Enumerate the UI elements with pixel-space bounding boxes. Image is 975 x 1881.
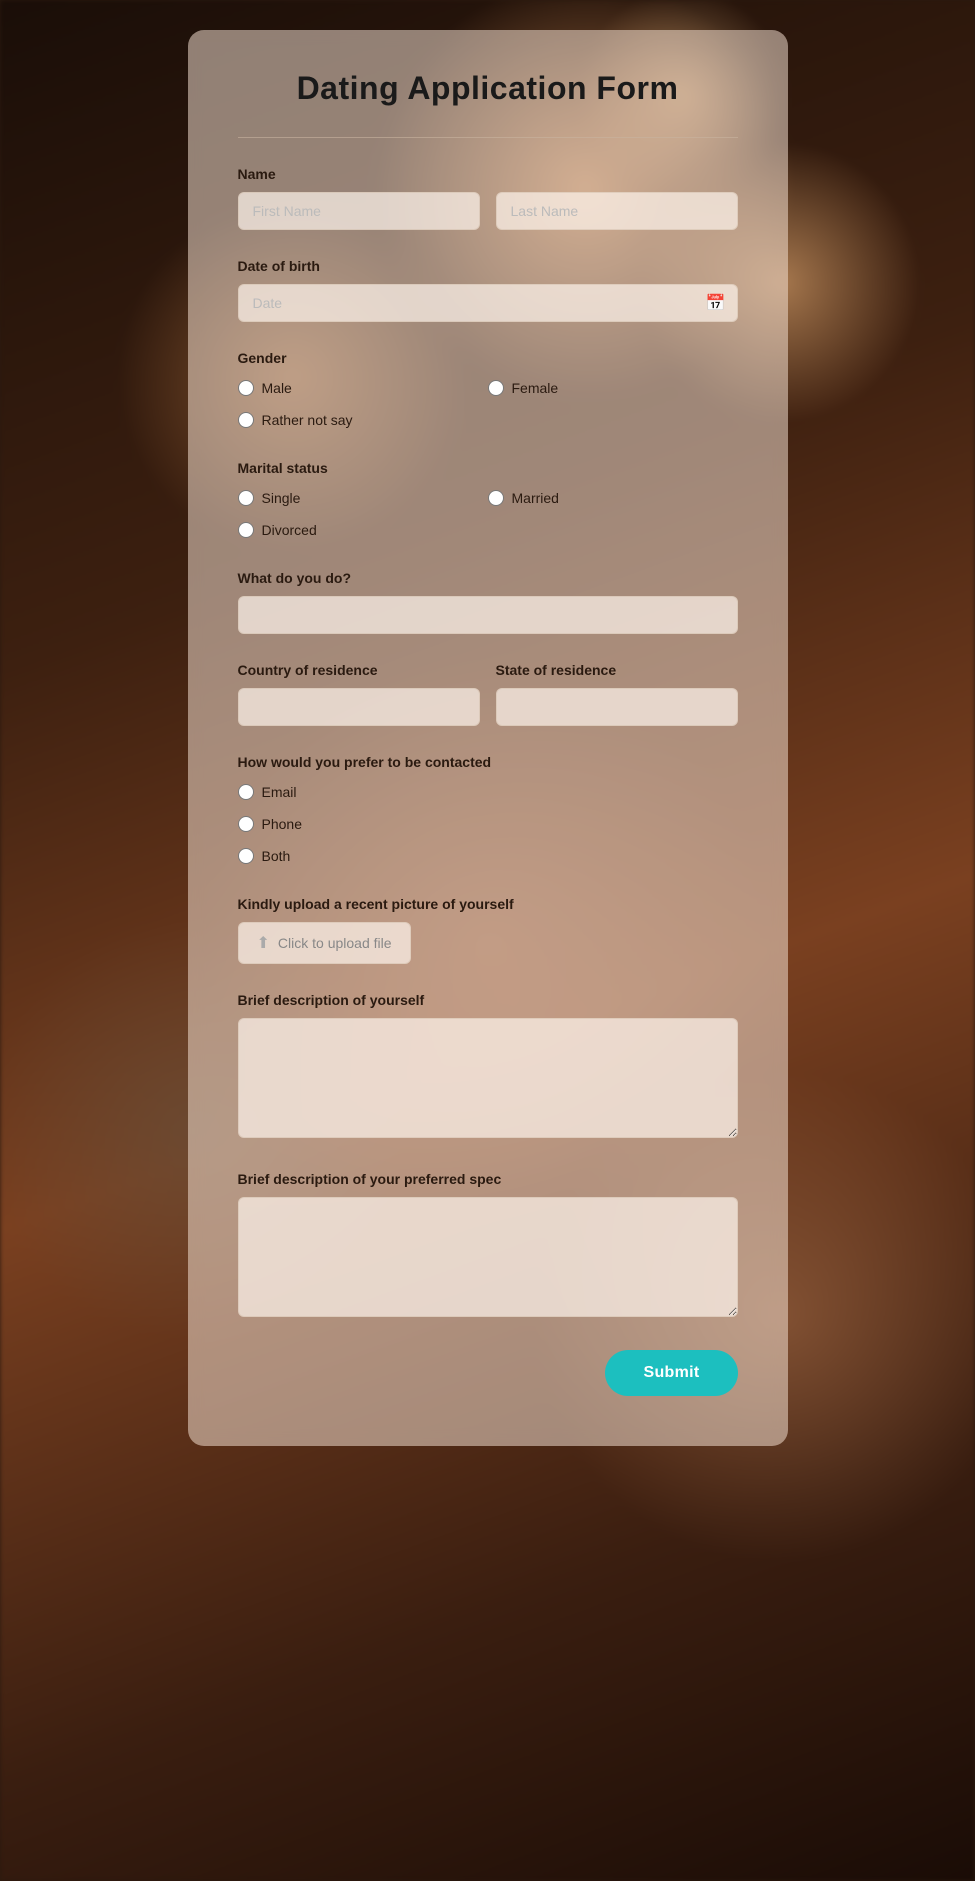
occupation-label: What do you do? bbox=[238, 570, 738, 586]
form-title: Dating Application Form bbox=[238, 70, 738, 107]
contact-both-label: Both bbox=[262, 848, 291, 864]
last-name-input[interactable] bbox=[496, 192, 738, 230]
contact-radio-group: Email Phone Both bbox=[238, 780, 738, 868]
marital-divorced-radio[interactable] bbox=[238, 522, 254, 538]
preferred-spec-field-group: Brief description of your preferred spec bbox=[238, 1171, 738, 1322]
contact-field-group: How would you prefer to be contacted Ema… bbox=[238, 754, 738, 868]
contact-row-2: Phone bbox=[238, 812, 738, 836]
preferred-spec-label: Brief description of your preferred spec bbox=[238, 1171, 738, 1187]
contact-phone-label: Phone bbox=[262, 816, 302, 832]
photo-label: Kindly upload a recent picture of yourse… bbox=[238, 896, 738, 912]
marital-single-radio[interactable] bbox=[238, 490, 254, 506]
name-field-group: Name bbox=[238, 166, 738, 230]
gender-rather-radio[interactable] bbox=[238, 412, 254, 428]
gender-female-label: Female bbox=[512, 380, 559, 396]
gender-row-2: Rather not say bbox=[238, 408, 738, 432]
contact-row-3: Both bbox=[238, 844, 738, 868]
marital-married-label: Married bbox=[512, 490, 559, 506]
marital-single-option[interactable]: Single bbox=[238, 486, 488, 510]
gender-row-1: Male Female bbox=[238, 376, 738, 400]
contact-both-option[interactable]: Both bbox=[238, 844, 738, 868]
marital-label: Marital status bbox=[238, 460, 738, 476]
date-wrapper: 📅 bbox=[238, 284, 738, 322]
photo-field-group: Kindly upload a recent picture of yourse… bbox=[238, 896, 738, 964]
contact-email-option[interactable]: Email bbox=[238, 780, 738, 804]
contact-phone-radio[interactable] bbox=[238, 816, 254, 832]
marital-divorced-label: Divorced bbox=[262, 522, 317, 538]
preferred-spec-textarea[interactable] bbox=[238, 1197, 738, 1317]
country-col: Country of residence bbox=[238, 662, 480, 726]
contact-email-radio[interactable] bbox=[238, 784, 254, 800]
dob-label: Date of birth bbox=[238, 258, 738, 274]
self-description-field-group: Brief description of yourself bbox=[238, 992, 738, 1143]
title-divider bbox=[238, 137, 738, 138]
self-description-textarea[interactable] bbox=[238, 1018, 738, 1138]
location-row: Country of residence State of residence bbox=[238, 662, 738, 726]
dob-field-group: Date of birth 📅 bbox=[238, 258, 738, 322]
contact-row-1: Email bbox=[238, 780, 738, 804]
gender-female-option[interactable]: Female bbox=[488, 376, 738, 400]
upload-button[interactable]: ⬆ Click to upload file bbox=[238, 922, 411, 964]
gender-field-group: Gender Male Female Rather not say bbox=[238, 350, 738, 432]
marital-field-group: Marital status Single Married Divorced bbox=[238, 460, 738, 542]
gender-label: Gender bbox=[238, 350, 738, 366]
gender-male-radio[interactable] bbox=[238, 380, 254, 396]
marital-radio-group: Single Married Divorced bbox=[238, 486, 738, 542]
state-col: State of residence bbox=[496, 662, 738, 726]
state-label: State of residence bbox=[496, 662, 738, 678]
submit-button[interactable]: Submit bbox=[605, 1350, 737, 1396]
gender-rather-label: Rather not say bbox=[262, 412, 353, 428]
marital-married-radio[interactable] bbox=[488, 490, 504, 506]
submit-row: Submit bbox=[238, 1350, 738, 1396]
marital-row-1: Single Married bbox=[238, 486, 738, 510]
gender-female-radio[interactable] bbox=[488, 380, 504, 396]
gender-male-option[interactable]: Male bbox=[238, 376, 488, 400]
name-row bbox=[238, 192, 738, 230]
contact-label: How would you prefer to be contacted bbox=[238, 754, 738, 770]
form-container: Dating Application Form Name Date of bir… bbox=[188, 30, 788, 1446]
name-label: Name bbox=[238, 166, 738, 182]
dob-input[interactable] bbox=[238, 284, 738, 322]
country-label: Country of residence bbox=[238, 662, 480, 678]
gender-male-label: Male bbox=[262, 380, 292, 396]
marital-divorced-option[interactable]: Divorced bbox=[238, 518, 738, 542]
state-input[interactable] bbox=[496, 688, 738, 726]
contact-both-radio[interactable] bbox=[238, 848, 254, 864]
upload-icon: ⬆ bbox=[257, 933, 270, 953]
contact-phone-option[interactable]: Phone bbox=[238, 812, 738, 836]
gender-radio-group: Male Female Rather not say bbox=[238, 376, 738, 432]
contact-email-label: Email bbox=[262, 784, 297, 800]
first-name-input[interactable] bbox=[238, 192, 480, 230]
country-input[interactable] bbox=[238, 688, 480, 726]
marital-single-label: Single bbox=[262, 490, 301, 506]
marital-row-2: Divorced bbox=[238, 518, 738, 542]
upload-text: Click to upload file bbox=[278, 935, 392, 951]
self-description-label: Brief description of yourself bbox=[238, 992, 738, 1008]
location-field-group: Country of residence State of residence bbox=[238, 662, 738, 726]
gender-rather-option[interactable]: Rather not say bbox=[238, 408, 738, 432]
occupation-input[interactable] bbox=[238, 596, 738, 634]
marital-married-option[interactable]: Married bbox=[488, 486, 738, 510]
occupation-field-group: What do you do? bbox=[238, 570, 738, 634]
